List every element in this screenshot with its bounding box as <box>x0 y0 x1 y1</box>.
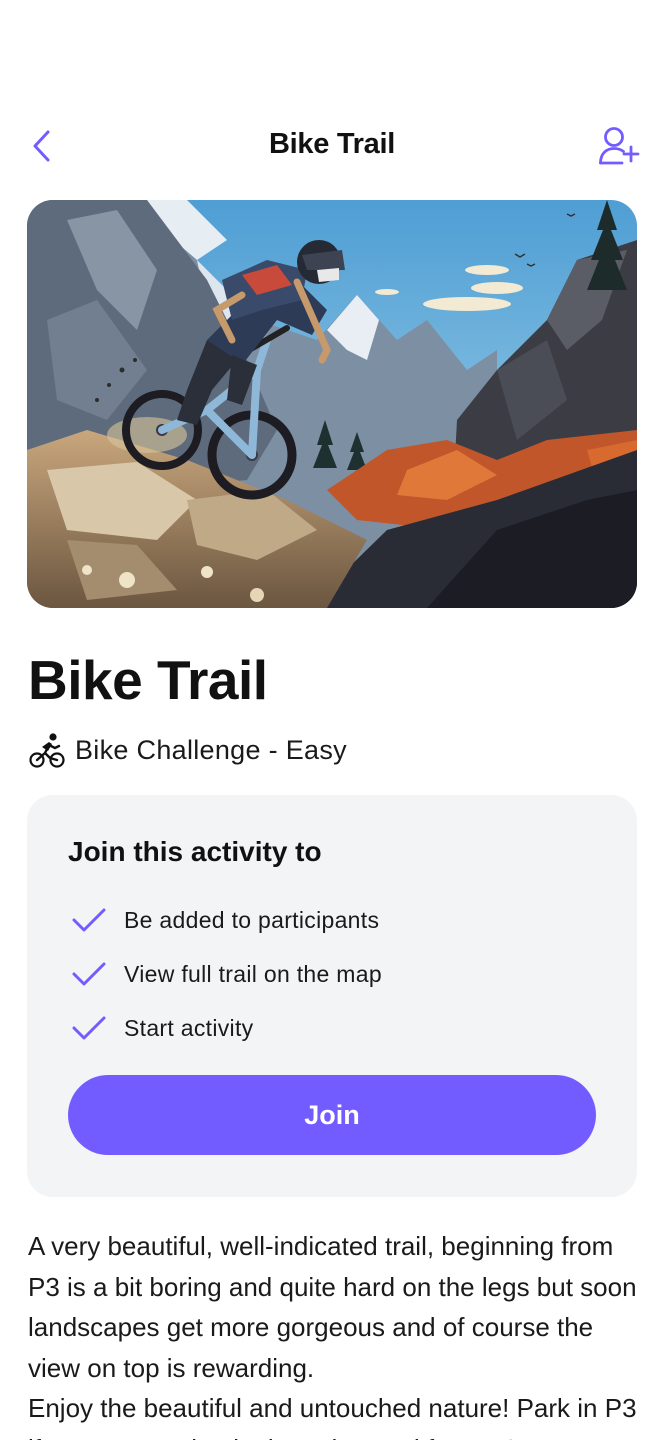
join-card-title: Join this activity to <box>68 836 322 867</box>
activity-description: A very beautiful, well-indicated trail, … <box>28 1226 640 1440</box>
mountain-biker-illustration <box>27 200 637 608</box>
check-icon <box>72 1016 106 1040</box>
description-paragraph: Enjoy the beautiful and untouched nature… <box>28 1393 637 1440</box>
add-user-icon <box>599 127 640 165</box>
nav-title: Bike Trail <box>269 128 395 160</box>
benefit-label: Be added to participants <box>124 906 380 933</box>
cyclist-icon <box>29 733 65 768</box>
top-navigation-bar: Bike Trail <box>0 118 664 174</box>
check-icon <box>72 962 106 986</box>
join-button[interactable]: Join <box>68 1075 596 1155</box>
benefit-item: Be added to participants <box>71 900 379 940</box>
activity-title: Bike Trail <box>28 649 268 711</box>
join-card: Join this activity to Be added to partic… <box>27 795 637 1197</box>
activity-subtitle: Bike Challenge - Easy <box>75 734 347 765</box>
benefit-label: View full trail on the map <box>124 960 382 987</box>
benefit-item: View full trail on the map <box>71 954 382 994</box>
benefit-item: Start activity <box>71 1008 253 1048</box>
activity-detail-screen: Bike Trail Bike Trail Bike Challenge - E… <box>0 0 664 1440</box>
activity-category: Bike Challenge - Easy <box>28 728 347 772</box>
benefit-label: Start activity <box>124 1014 254 1041</box>
add-user-button[interactable] <box>596 124 642 168</box>
hero-image <box>27 200 637 608</box>
description-paragraph: A very beautiful, well-indicated trail, … <box>28 1231 637 1383</box>
check-icon <box>72 908 106 932</box>
